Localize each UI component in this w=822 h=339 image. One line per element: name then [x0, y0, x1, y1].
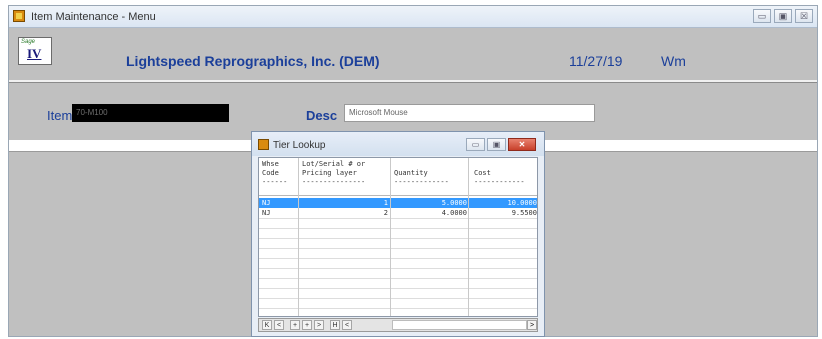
window-titlebar[interactable]: Item Maintenance - Menu ▭ ▣ ☒: [9, 6, 817, 28]
header-panel: Sage IV Lightspeed Reprographics, Inc. (…: [9, 28, 817, 80]
col-header-layer[interactable]: Lot/Serial # or Pricing layer ----------…: [302, 160, 365, 187]
tier-lookup-dialog: Tier Lookup ▭ ▣ ✕ Whse Code ------ Lot/S…: [251, 131, 545, 337]
grid-line: [259, 248, 537, 249]
table-row[interactable]: NJ 2 4.0000 9.5500: [259, 208, 537, 218]
company-name: Lightspeed Reprographics, Inc. (DEM): [126, 53, 380, 69]
col-separator: [390, 158, 391, 316]
cell-quantity: 5.0000: [441, 199, 467, 207]
grid-line: [259, 228, 537, 229]
maximize-button[interactable]: ▣: [774, 9, 792, 23]
cell-cost: 10.0000: [507, 199, 537, 207]
grid-line: [259, 308, 537, 309]
cell-cost: 9.5500: [511, 209, 537, 217]
grid-navigation-bar: K < + + > H < >: [258, 318, 538, 332]
grid-line: [259, 288, 537, 289]
grid-line: [259, 268, 537, 269]
cell-whse: NJ: [262, 199, 271, 207]
col-separator: [298, 158, 299, 316]
table-row[interactable]: NJ 1 5.0000 10.0000: [259, 198, 537, 208]
close-button[interactable]: ☒: [795, 9, 813, 23]
user-initials: Wm: [661, 53, 686, 69]
scroll-left-button[interactable]: <: [342, 320, 352, 330]
cell-quantity: 4.0000: [441, 209, 467, 217]
lookup-controls: ▭ ▣ ✕: [466, 138, 536, 151]
minimize-button[interactable]: ▭: [753, 9, 771, 23]
grid-line: [259, 298, 537, 299]
item-field[interactable]: 70-M100: [72, 104, 229, 122]
col-separator: [468, 158, 469, 316]
col-header-whse[interactable]: Whse Code ------: [262, 160, 287, 187]
previous-page-button[interactable]: <: [274, 320, 284, 330]
col-header-quantity[interactable]: Quantity -------------: [394, 160, 449, 187]
scroll-right-button[interactable]: >: [527, 320, 537, 330]
session-date: 11/27/19: [569, 53, 623, 69]
lookup-titlebar[interactable]: Tier Lookup ▭ ▣ ✕: [252, 132, 544, 156]
cell-layer: 1: [383, 199, 388, 207]
tier-grid: Whse Code ------ Lot/Serial # or Pricing…: [258, 157, 538, 317]
logo-version: IV: [27, 46, 42, 61]
cell-whse: NJ: [262, 209, 271, 217]
grid-line: [259, 258, 537, 259]
window-controls: ▭ ▣ ☒: [753, 9, 813, 23]
grid-line: [259, 238, 537, 239]
cell-layer: 2: [383, 209, 388, 217]
app-icon: [13, 10, 25, 22]
previous-record-button[interactable]: +: [290, 320, 300, 330]
lookup-close-button[interactable]: ✕: [508, 138, 536, 151]
window-title: Item Maintenance - Menu: [31, 11, 156, 23]
logo-top-text: Sage: [21, 39, 36, 45]
desc-field[interactable]: Microsoft Mouse: [344, 104, 595, 122]
item-label: Item: [47, 108, 73, 123]
grid-header: Whse Code ------ Lot/Serial # or Pricing…: [259, 158, 537, 196]
lookup-minimize-button[interactable]: ▭: [466, 138, 485, 151]
lookup-maximize-button[interactable]: ▣: [487, 138, 506, 151]
next-record-button[interactable]: +: [302, 320, 312, 330]
sage-logo: Sage IV: [18, 37, 52, 65]
grid-line: [259, 278, 537, 279]
lookup-title: Tier Lookup: [273, 140, 326, 151]
next-page-button[interactable]: >: [314, 320, 324, 330]
col-header-cost[interactable]: Cost ------------: [474, 160, 525, 187]
last-record-button[interactable]: H: [330, 320, 340, 330]
grid-line: [259, 218, 537, 219]
first-record-button[interactable]: K: [262, 320, 272, 330]
horizontal-scrollbar[interactable]: [392, 320, 527, 330]
desc-label: Desc: [306, 108, 338, 123]
lookup-grid-icon: [258, 139, 269, 150]
